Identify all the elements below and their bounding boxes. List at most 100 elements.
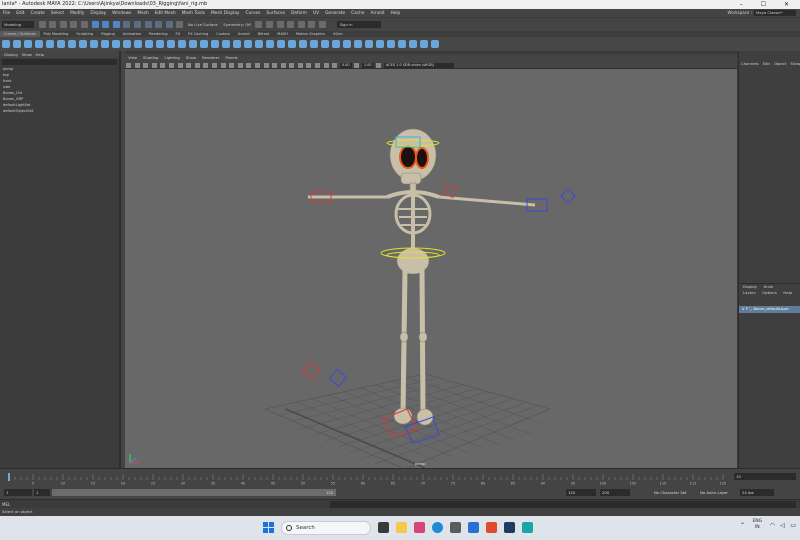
steam-icon[interactable] <box>504 522 515 533</box>
nurbs-torus-icon[interactable] <box>56 40 65 48</box>
battery-icon[interactable]: ▭ <box>790 522 796 529</box>
save-scene-icon[interactable] <box>59 21 67 28</box>
select-object-icon[interactable] <box>102 21 110 28</box>
wireframe-on-shaded-icon[interactable] <box>237 62 243 68</box>
sign-in-button[interactable]: Sign In <box>336 21 381 28</box>
new-scene-icon[interactable] <box>38 21 46 28</box>
snap-surface-icon[interactable] <box>165 21 173 28</box>
viewport-menu-view[interactable]: View <box>125 54 140 61</box>
gate-mask-icon[interactable] <box>194 62 200 68</box>
layer-menu-options[interactable]: Options <box>762 290 777 295</box>
exposure-field[interactable]: 0.00 <box>339 62 352 68</box>
volume-icon[interactable]: ◁ <box>780 522 785 529</box>
anti-aliasing-icon[interactable] <box>289 62 295 68</box>
snap-point-icon[interactable] <box>144 21 152 28</box>
resolution-gate-icon[interactable] <box>186 62 192 68</box>
current-frame-marker[interactable] <box>8 473 10 481</box>
windows-start-icon[interactable] <box>263 522 275 534</box>
range-bar[interactable] <box>52 489 336 496</box>
camera-bookmark-icon[interactable] <box>134 62 140 68</box>
rebuild-curve-icon[interactable] <box>265 40 274 48</box>
time-slider-ticks[interactable]: 5 10 15 20 25 30 35 40 45 50 55 60 65 70 75 80 85 90 95 100… <box>6 473 726 485</box>
smooth-shade-icon[interactable] <box>229 62 235 68</box>
current-frame-field[interactable]: 19 <box>734 473 796 480</box>
trim-tool-icon[interactable] <box>364 40 373 48</box>
reverse-curve-icon[interactable] <box>276 40 285 48</box>
maya-app-icon[interactable] <box>522 522 533 533</box>
motion-blur-icon[interactable] <box>280 62 286 68</box>
render-icon[interactable] <box>255 21 263 28</box>
boundary-icon[interactable] <box>210 40 219 48</box>
attach-curves-icon[interactable] <box>243 40 252 48</box>
insert-knot-icon[interactable] <box>298 40 307 48</box>
stitch-icon[interactable] <box>419 40 428 48</box>
scene-view[interactable] <box>125 69 737 468</box>
outliner-search-input[interactable] <box>2 59 117 65</box>
viewport-menu-panels[interactable]: Panels <box>222 54 240 61</box>
viewport-menu-lighting[interactable]: Lighting <box>161 54 182 61</box>
animation-start-field[interactable]: 1 <box>4 489 32 496</box>
nurbs-cube-icon[interactable] <box>12 40 21 48</box>
square-surface-icon[interactable] <box>221 40 230 48</box>
viewport-menu-renderer[interactable]: Renderer <box>199 54 222 61</box>
color-management-icon[interactable] <box>376 62 382 68</box>
image-plane-icon[interactable] <box>143 62 149 68</box>
symmetry-label[interactable]: Symmetry: Off <box>223 21 251 28</box>
safe-action-icon[interactable] <box>211 62 217 68</box>
window-controls[interactable]: – ☐ ✕ <box>740 0 797 9</box>
menuset-dropdown[interactable]: Modeling <box>2 21 34 28</box>
render-view-icon[interactable] <box>297 21 305 28</box>
ipr-render-icon[interactable] <box>266 21 273 28</box>
planar-icon[interactable] <box>177 40 186 48</box>
display-layer-row[interactable]: V P ⬚ Bones_defaultLayer <box>739 306 800 313</box>
fillet-curve-icon[interactable] <box>287 40 296 48</box>
select-component-icon[interactable] <box>112 21 120 28</box>
arc-tool-icon[interactable] <box>133 40 142 48</box>
ambient-occlusion-icon[interactable] <box>272 62 278 68</box>
outliner-menu-help[interactable]: Help <box>36 52 45 57</box>
pencil-curve-icon[interactable] <box>111 40 120 48</box>
snap-view-icon[interactable] <box>155 21 163 28</box>
light-editor-icon[interactable] <box>308 21 316 28</box>
live-surface-label[interactable]: No Live Surface <box>188 21 218 28</box>
field-chart-icon[interactable] <box>203 62 209 68</box>
time-slider[interactable]: 5 10 15 20 25 30 35 40 45 50 55 60 65 70 75 80 85 90 95 100… <box>0 468 800 487</box>
detach-curves-icon[interactable] <box>254 40 263 48</box>
camera-attributes-icon[interactable] <box>126 62 131 68</box>
taskbar-search-box[interactable]: Search <box>281 521 371 535</box>
hypershade-icon[interactable] <box>287 21 295 28</box>
grease-pencil-icon[interactable] <box>160 62 166 68</box>
gamma-field[interactable]: 1.00 <box>361 62 374 68</box>
use-all-lights-icon[interactable] <box>254 62 260 68</box>
task-view-icon[interactable] <box>378 522 389 533</box>
bezier-curve-icon[interactable] <box>122 40 131 48</box>
wireframe-icon[interactable] <box>220 62 226 68</box>
cv-curve-icon[interactable] <box>89 40 98 48</box>
untrim-icon[interactable] <box>375 40 384 48</box>
close-curve-icon[interactable] <box>342 40 351 48</box>
channel-box-tab-channels[interactable]: Channels <box>739 60 761 67</box>
copilot-icon[interactable] <box>414 522 425 533</box>
mail-icon[interactable] <box>468 522 479 533</box>
select-hierarchy-icon[interactable] <box>91 21 99 28</box>
open-scene-icon[interactable] <box>49 21 57 28</box>
project-curve-icon[interactable] <box>353 40 362 48</box>
align-surfaces-icon[interactable] <box>408 40 417 48</box>
layer-menu-help[interactable]: Help <box>783 290 792 295</box>
ep-curve-icon[interactable] <box>100 40 109 48</box>
workspace-dropdown[interactable]: Maya Classic* <box>754 10 796 16</box>
channel-box-tab-object[interactable]: Object <box>772 60 788 67</box>
nurbs-cone-icon[interactable] <box>34 40 43 48</box>
perspective-viewport[interactable]: persp <box>125 69 737 468</box>
isolate-select-icon[interactable] <box>297 62 303 68</box>
viewport-menu-shading[interactable]: Shading <box>140 54 161 61</box>
duplicate-curves-icon[interactable] <box>397 40 406 48</box>
snap-curve-icon[interactable] <box>133 21 141 28</box>
channel-box-tab-edit[interactable]: Edit <box>761 60 772 67</box>
arnold-render-icon[interactable] <box>318 21 326 28</box>
colorspace-dropdown[interactable]: ACES 1.0 SDR-video (sRGB) <box>383 62 454 68</box>
language-indicator[interactable]: ENG IN <box>752 519 762 531</box>
render-settings-icon[interactable] <box>276 21 284 28</box>
anim-layer-dropdown[interactable]: No Anim Layer <box>698 489 732 496</box>
undo-icon[interactable] <box>70 21 78 28</box>
